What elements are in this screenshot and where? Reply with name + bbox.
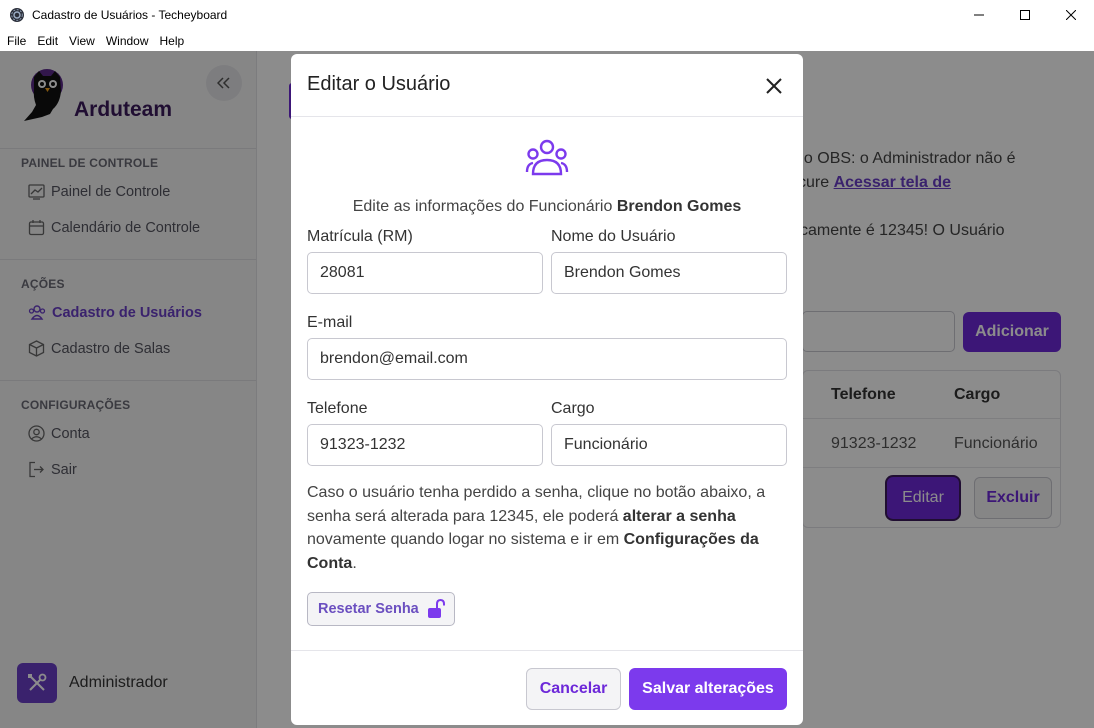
cancel-button[interactable]: Cancelar [526,668,621,710]
email-label: E-mail [307,314,353,331]
edit-user-modal: Editar o Usuário Edite as informações do… [291,54,803,725]
menu-help[interactable]: Help [160,34,185,48]
users-group-icon [525,139,569,176]
modal-description: Edite as informações do Funcionário Bren… [352,198,742,215]
close-icon [1066,10,1076,20]
phone-input[interactable]: 91323-1232 [307,424,543,466]
menu-view[interactable]: View [69,34,95,48]
app-icon [10,8,24,22]
reset-help-text: Caso o usuário tenha perdido a senha, cl… [307,484,766,572]
reset-password-label: Resetar Senha [318,601,419,617]
maximize-button[interactable] [1002,0,1048,30]
modal-footer-divider [291,650,803,651]
menu-edit[interactable]: Edit [37,34,58,48]
minimize-icon [974,14,984,16]
phone-label: Telefone [307,400,368,417]
close-window-button[interactable] [1048,0,1094,30]
unlock-icon [427,599,445,618]
name-input[interactable]: Brendon Gomes [551,252,787,294]
rm-input[interactable]: 28081 [307,252,543,294]
rm-label: Matrícula (RM) [307,228,413,245]
menu-bar: File Edit View Window Help [0,30,1094,51]
window-title: Cadastro de Usuários - Techeyboard [32,8,228,22]
close-icon[interactable] [763,75,785,97]
name-label: Nome do Usuário [551,228,676,245]
save-button[interactable]: Salvar alterações [629,668,787,710]
modal-title: Editar o Usuário [307,73,451,95]
modal-header: Editar o Usuário [291,54,803,117]
reset-password-button[interactable]: Resetar Senha [307,592,455,626]
role-input[interactable]: Funcionário [551,424,787,466]
app-area: Arduteam PAINEL DE CONTROLE Painel de Co… [0,51,1094,728]
minimize-button[interactable] [956,0,1002,30]
email-field[interactable]: brendon@email.com [307,338,787,380]
role-label: Cargo [551,400,595,417]
employee-name: Brendon Gomes [616,198,742,215]
window-titlebar: Cadastro de Usuários - Techeyboard [0,0,1094,30]
menu-window[interactable]: Window [106,34,149,48]
menu-file[interactable]: File [7,34,26,48]
maximize-icon [1020,10,1030,20]
